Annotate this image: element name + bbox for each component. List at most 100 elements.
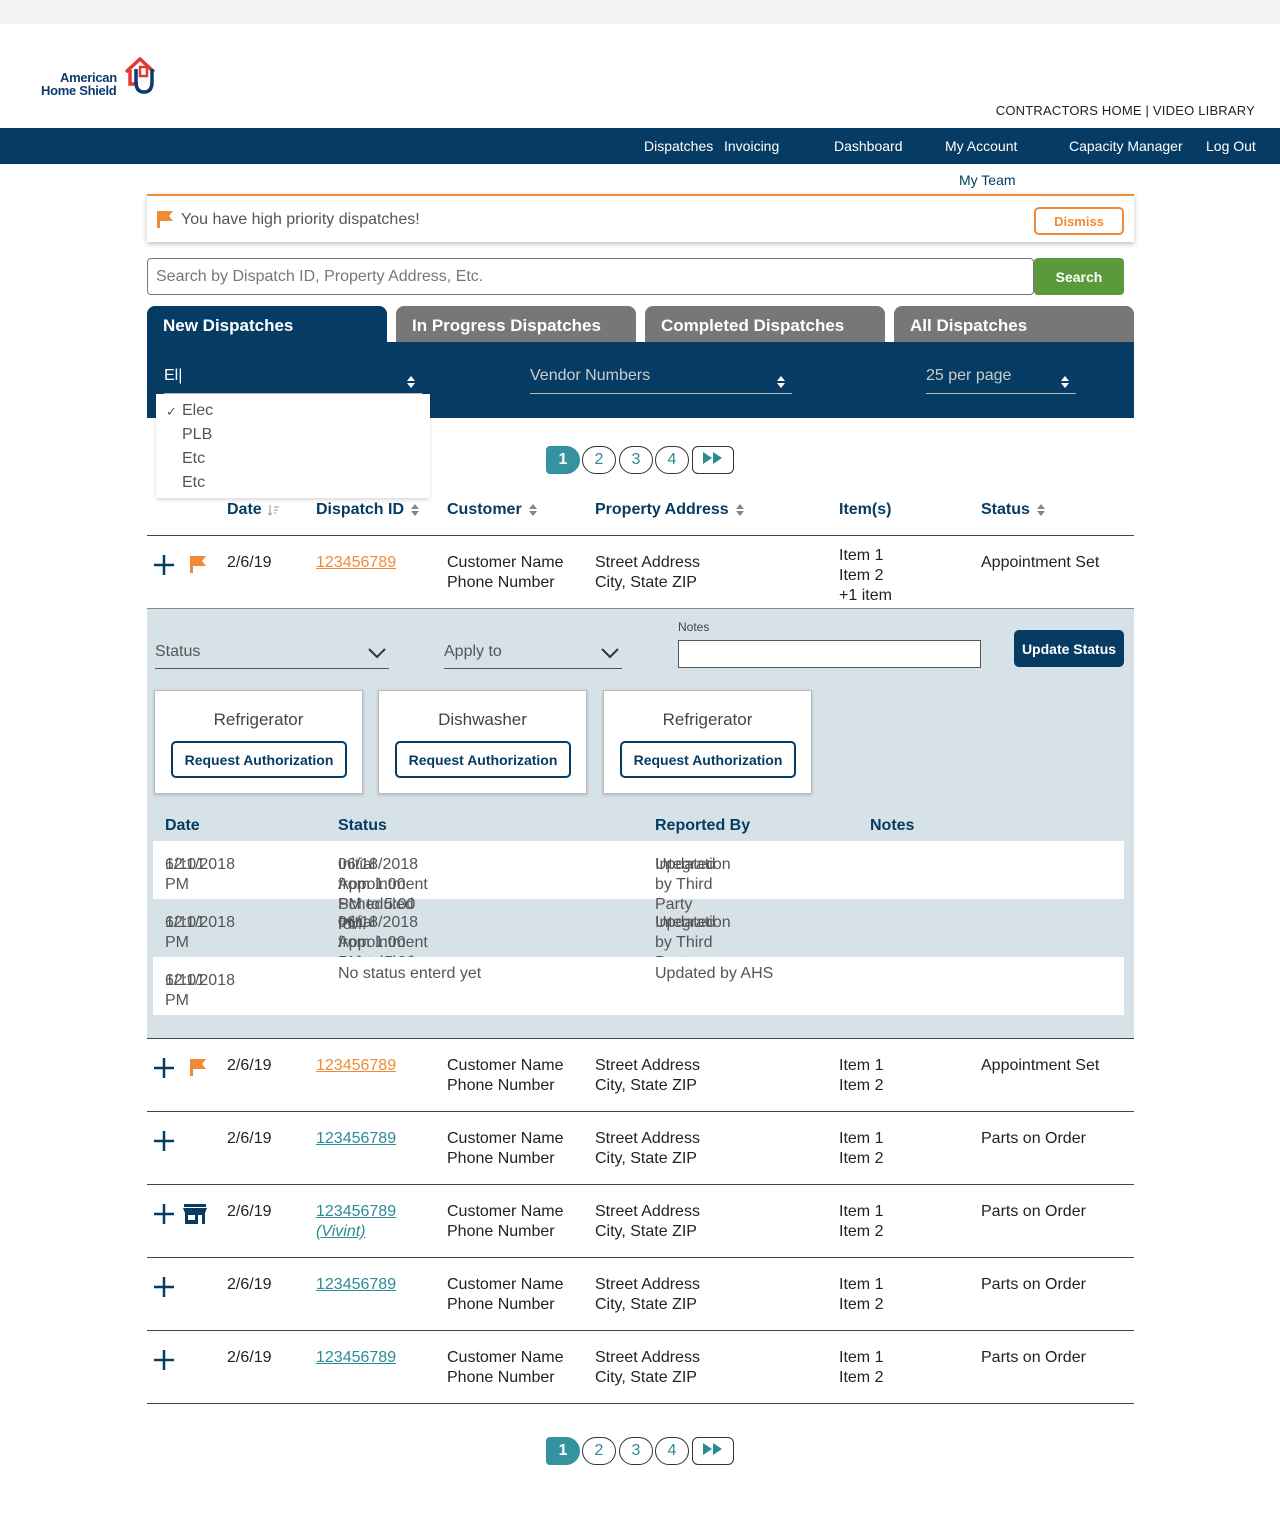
- plus-icon[interactable]: [153, 1130, 175, 1152]
- history-col-date: Date: [165, 817, 200, 834]
- nav-dispatches[interactable]: Dispatches: [644, 138, 713, 154]
- plus-icon[interactable]: [153, 554, 175, 576]
- sort-arrows-icon: [735, 503, 744, 516]
- nav-capacity-manager[interactable]: Capacity Manager: [1069, 138, 1183, 154]
- dispatch-id-link[interactable]: 123456789: [316, 1348, 396, 1368]
- plus-icon[interactable]: [153, 1349, 175, 1371]
- col-dispatch-id[interactable]: Dispatch ID: [316, 501, 420, 519]
- trade-select[interactable]: El|: [164, 367, 422, 394]
- row-date: 2/6/19: [227, 1276, 272, 1293]
- row-address: Street Address City, State ZIP: [595, 1203, 700, 1240]
- dispatch-id-link[interactable]: 123456789: [316, 1275, 396, 1295]
- dispatch-id-link[interactable]: 123456789: [316, 1203, 396, 1220]
- history-col-reported-by: Reported By: [655, 817, 751, 834]
- table-row: 2/6/19 123456789 Customer Name Phone Numb…: [147, 1331, 1134, 1403]
- item-card: Refrigerator Request Authorization: [603, 690, 812, 794]
- page-4-button[interactable]: 4: [655, 446, 689, 474]
- table-row: 2/6/19 123456789 Customer Name Phone Numb…: [147, 1258, 1134, 1330]
- status-select-label: Status: [155, 643, 201, 660]
- request-authorization-button[interactable]: Request Authorization: [395, 741, 571, 778]
- main-nav: Dispatches Invoicing Dashboard My Accoun…: [0, 128, 1280, 164]
- page-4-button[interactable]: 4: [655, 1437, 689, 1465]
- col-status[interactable]: Status: [981, 501, 1046, 519]
- nav-my-account[interactable]: My Account: [945, 138, 1017, 154]
- plus-icon[interactable]: [153, 1057, 175, 1079]
- row-date: 2/6/19: [227, 1057, 272, 1074]
- row-customer: Customer Name Phone Number: [447, 1203, 564, 1240]
- row-address: Street Address City, State ZIP: [595, 1057, 700, 1094]
- select-arrows-icon: [777, 376, 785, 388]
- plus-icon[interactable]: [153, 1203, 175, 1225]
- page-3-button[interactable]: 3: [619, 446, 653, 474]
- browser-top-strip: [0, 0, 1280, 24]
- flag-icon: [190, 556, 206, 573]
- notes-input[interactable]: [678, 640, 981, 668]
- row-items: Item 1 Item 2 +1 item: [839, 547, 892, 604]
- row-address: Street Address City, State ZIP: [595, 1276, 700, 1313]
- row-items: Item 1 Item 2: [839, 1057, 884, 1094]
- dispatch-id-link[interactable]: 123456789: [316, 1129, 396, 1149]
- page-2-button[interactable]: 2: [582, 1437, 616, 1465]
- nav-my-team[interactable]: My Team: [959, 172, 1016, 188]
- row-address: Street Address City, State ZIP: [595, 1349, 700, 1386]
- table-row: 2/6/19 123456789 Customer Name Phone Numb…: [147, 1112, 1134, 1184]
- item-card: Dishwasher Request Authorization: [378, 690, 587, 794]
- dismiss-button[interactable]: Dismiss: [1034, 207, 1124, 235]
- row-status: Parts on Order: [981, 1203, 1086, 1220]
- col-date[interactable]: Date: [227, 501, 280, 519]
- apply-to-select[interactable]: Apply to: [444, 639, 622, 669]
- tab-in-progress-dispatches[interactable]: In Progress Dispatches: [396, 306, 636, 342]
- row-address: Street Address City, State ZIP: [595, 1130, 700, 1167]
- house-logo-icon: [124, 56, 156, 94]
- tab-completed-dispatches[interactable]: Completed Dispatches: [645, 306, 885, 342]
- ahs-logo[interactable]: American Home Shield: [40, 56, 170, 100]
- request-authorization-button[interactable]: Request Authorization: [171, 741, 347, 778]
- next-pages-button[interactable]: [692, 1437, 734, 1465]
- per-page-select[interactable]: 25 per page: [926, 367, 1076, 394]
- trade-option-etc-2[interactable]: Etc: [182, 474, 205, 492]
- search-input[interactable]: [147, 258, 1034, 295]
- flag-icon: [190, 1059, 206, 1076]
- tab-new-dispatches[interactable]: New Dispatches: [147, 306, 387, 342]
- search-button[interactable]: Search: [1034, 258, 1124, 295]
- page-3-button[interactable]: 3: [619, 1437, 653, 1465]
- table-row: 2/6/19 123456789 Customer Name Phone Numb…: [147, 536, 1134, 608]
- next-pages-button[interactable]: [692, 446, 734, 474]
- dispatch-id-link[interactable]: 123456789: [316, 553, 396, 573]
- row-address: Street Address City, State ZIP: [595, 554, 700, 591]
- request-authorization-button[interactable]: Request Authorization: [620, 741, 796, 778]
- page-1-button[interactable]: 1: [546, 446, 580, 474]
- col-property-address[interactable]: Property Address: [595, 501, 745, 519]
- history-row: 6/11/201812:01 PM Initial Appointment Sc…: [165, 914, 731, 991]
- nav-dashboard[interactable]: Dashboard: [834, 138, 903, 154]
- tab-all-dispatches[interactable]: All Dispatches: [894, 306, 1134, 342]
- trade-option-elec[interactable]: Elec: [182, 402, 213, 420]
- contractor-links[interactable]: CONTRACTORS HOME | VIDEO LIBRARY: [996, 103, 1255, 118]
- row-customer: Customer Name Phone Number: [447, 1276, 564, 1313]
- row-status: Parts on Order: [981, 1276, 1086, 1293]
- trade-option-etc[interactable]: Etc: [182, 450, 205, 468]
- chevron-down-icon: [601, 648, 619, 659]
- vendor-numbers-select[interactable]: Vendor Numbers: [530, 367, 792, 394]
- row-customer: Customer Name Phone Number: [447, 554, 564, 591]
- priority-alert: You have high priority dispatches! Dismi…: [147, 194, 1134, 242]
- col-customer[interactable]: Customer: [447, 501, 538, 519]
- page-1-button[interactable]: 1: [546, 1437, 580, 1465]
- row-status: Parts on Order: [981, 1130, 1086, 1147]
- nav-invoicing[interactable]: Invoicing: [724, 138, 779, 154]
- row-items: Item 1 Item 2: [839, 1203, 884, 1240]
- update-status-button[interactable]: Update Status: [1014, 630, 1124, 667]
- trade-option-plb[interactable]: PLB: [182, 426, 212, 444]
- vendor-link[interactable]: (Vivint): [316, 1223, 366, 1240]
- status-select[interactable]: Status: [155, 639, 389, 669]
- sort-arrows-icon: [1036, 503, 1045, 516]
- nav-log-out[interactable]: Log Out: [1206, 138, 1256, 154]
- page-2-button[interactable]: 2: [582, 446, 616, 474]
- check-icon: ✓: [166, 404, 177, 419]
- plus-icon[interactable]: [153, 1276, 175, 1298]
- row-customer: Customer Name Phone Number: [447, 1057, 564, 1094]
- item-card-title: Refrigerator: [662, 710, 753, 729]
- dispatch-id-link[interactable]: 123456789: [316, 1056, 396, 1076]
- storefront-icon: [183, 1204, 207, 1224]
- row-status: Parts on Order: [981, 1349, 1086, 1366]
